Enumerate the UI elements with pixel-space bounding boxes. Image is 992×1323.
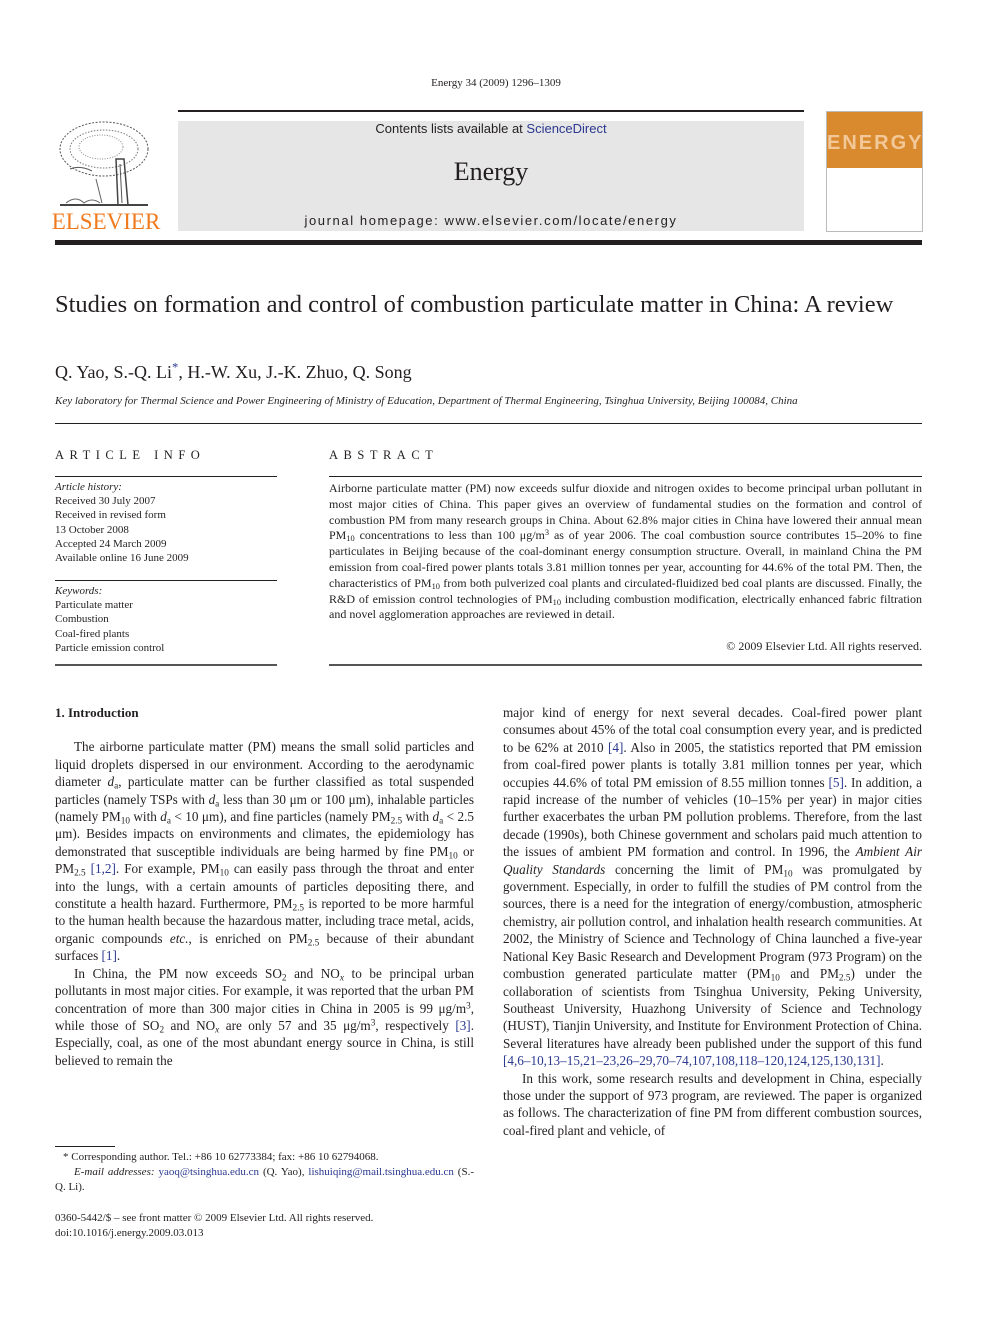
journal-name: Energy: [453, 157, 529, 186]
cover-title: ENERGY: [827, 132, 924, 154]
left-paragraphs: The airborne particulate matter (PM) mea…: [55, 738, 474, 1069]
body-column-right: major kind of energy for next several de…: [503, 704, 922, 1139]
body-paragraph: The airborne particulate matter (PM) mea…: [55, 739, 475, 964]
citation-link[interactable]: [1]: [102, 948, 117, 963]
footnote-rule: [55, 1146, 115, 1147]
body-paragraph: major kind of energy for next several de…: [503, 705, 923, 1069]
contents-line: Contents lists available at ScienceDirec…: [178, 121, 804, 136]
article-title: Studies on formation and control of comb…: [55, 291, 894, 318]
email-link-li[interactable]: lishuiqing@mail.tsinghua.edu.cn: [308, 1166, 453, 1178]
history-label: Article history:: [55, 481, 122, 493]
issn-doi: 0360-5442/$ – see front matter © 2009 El…: [55, 1211, 373, 1241]
abstract-label: ABSTRACT: [329, 448, 439, 462]
email-link-yao[interactable]: yaoq@tsinghua.edu.cn: [158, 1166, 259, 1178]
keywords-label: Keywords:: [55, 585, 103, 597]
body-paragraph: In this work, some research results and …: [503, 1070, 922, 1138]
authors-rest: , H.-W. Xu, J.-K. Zhuo, Q. Song: [178, 362, 412, 382]
citation-link[interactable]: [4,6–10,13–15,21–23,26–29,70–74,107,108,…: [503, 1053, 881, 1068]
masthead-thick-rule: [55, 240, 922, 245]
contents-prefix: Contents lists available at: [375, 121, 527, 136]
authors-first: Q. Yao, S.-Q. Li: [55, 362, 173, 382]
citation-link[interactable]: [3]: [455, 1018, 470, 1033]
keyword: Coal-fired plants: [55, 627, 130, 640]
affiliation: Key laboratory for Thermal Science and P…: [55, 395, 798, 407]
body-paragraph: In China, the PM now exceeds SO2 and NOx…: [55, 965, 474, 1068]
article-info-rule: [55, 476, 277, 477]
footnote: * Corresponding author. Tel.: +86 10 627…: [55, 1150, 474, 1194]
citation-link[interactable]: [4]: [608, 740, 623, 755]
article-history: Article history: Received 30 July 2007 R…: [55, 480, 277, 565]
section-heading: 1. Introduction: [55, 705, 139, 720]
affiliation-rule: [55, 423, 922, 424]
citation-link[interactable]: [1,2]: [91, 861, 116, 876]
journal-citation: Energy 34 (2009) 1296–1309: [431, 77, 561, 89]
doi-line[interactable]: doi:10.1016/j.energy.2009.03.013: [55, 1226, 373, 1241]
elsevier-tree-icon: [59, 121, 149, 206]
history-item: 13 October 2008: [55, 523, 129, 536]
email-note: E-mail addresses: yaoq@tsinghua.edu.cn (…: [55, 1165, 474, 1195]
sciencedirect-link[interactable]: ScienceDirect: [526, 121, 606, 136]
article-info-rule: [55, 580, 277, 581]
article-info-label: ARTICLE INFO: [55, 448, 206, 462]
history-item: Received 30 July 2007: [55, 495, 156, 508]
history-item: Accepted 24 March 2009: [55, 537, 167, 550]
header-rule: [178, 110, 804, 112]
article-info-rule: [55, 664, 277, 666]
body-column-left: 1. Introduction The airborne particulate…: [55, 704, 474, 1069]
keywords: Keywords: Particulate matter Combustion …: [55, 584, 277, 655]
elsevier-logo[interactable]: ELSEVIER: [50, 115, 162, 235]
abstract-copyright: © 2009 Elsevier Ltd. All rights reserved…: [726, 639, 922, 653]
citation-link[interactable]: [5]: [828, 775, 843, 790]
journal-homepage[interactable]: journal homepage: www.elsevier.com/locat…: [178, 213, 804, 228]
keyword: Combustion: [55, 613, 109, 626]
corresponding-author-note: * Corresponding author. Tel.: +86 10 627…: [63, 1151, 379, 1163]
abstract-rule: [329, 664, 922, 666]
keyword: Particulate matter: [55, 599, 133, 612]
keyword: Particle emission control: [55, 641, 165, 654]
issn-line: 0360-5442/$ – see front matter © 2009 El…: [55, 1212, 374, 1224]
email-owner: (Q. Yao),: [259, 1165, 309, 1178]
history-item: Available online 16 June 2009: [55, 552, 189, 565]
journal-cover-thumbnail[interactable]: ENERGY: [826, 111, 923, 232]
abstract-body: Airborne particulate matter (PM) now exc…: [329, 481, 923, 622]
email-label: E-mail addresses:: [74, 1165, 155, 1178]
journal-masthead: Contents lists available at ScienceDirec…: [178, 121, 804, 231]
author-list: Q. Yao, S.-Q. Li*, H.-W. Xu, J.-K. Zhuo,…: [55, 361, 412, 383]
history-item: Received in revised form: [55, 509, 166, 522]
elsevier-wordmark: ELSEVIER: [51, 209, 161, 234]
abstract-rule: [329, 476, 922, 477]
